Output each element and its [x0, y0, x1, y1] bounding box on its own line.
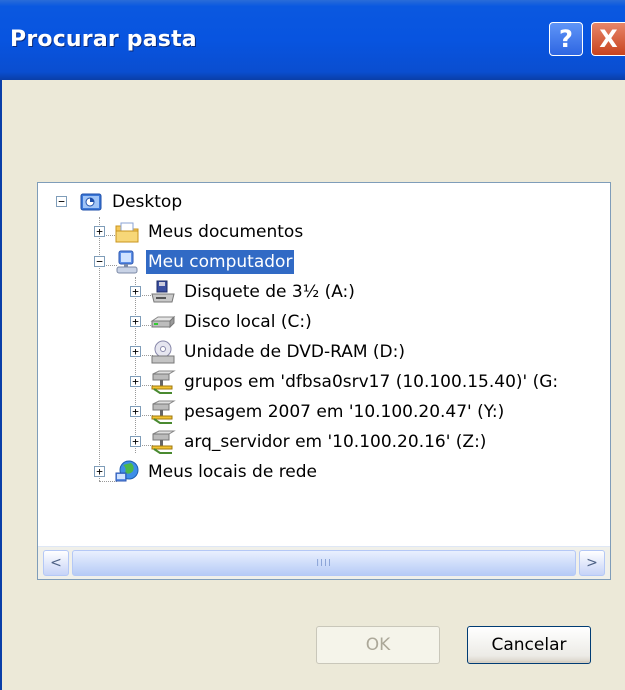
- collapse-toggle[interactable]: −: [94, 256, 105, 267]
- ok-button[interactable]: OK: [316, 626, 440, 664]
- hard-drive-icon: [150, 309, 176, 335]
- tree-item-my-computer[interactable]: Meu computador: [114, 247, 295, 277]
- expand-toggle[interactable]: +: [94, 226, 105, 237]
- my-computer-icon: [114, 249, 140, 275]
- tree-item-dvd[interactable]: Unidade de DVD-RAM (D:): [150, 337, 407, 367]
- my-documents-icon: [114, 219, 140, 245]
- expand-toggle[interactable]: +: [130, 376, 141, 387]
- tree-item-network-drive-g[interactable]: grupos em 'dfbsa0srv17 (10.100.15.40)' (…: [150, 367, 560, 397]
- tree-item-label: Disco local (C:): [184, 312, 312, 332]
- tree-item-local-disk[interactable]: Disco local (C:): [150, 307, 314, 337]
- chevron-right-icon: >: [586, 555, 598, 571]
- tree-item-label: Meus documentos: [148, 222, 304, 242]
- network-drive-icon: [150, 429, 176, 455]
- help-button[interactable]: ?: [549, 22, 583, 56]
- window-title: Procurar pasta: [10, 27, 197, 52]
- network-places-icon: [114, 459, 140, 485]
- tree-item-my-documents[interactable]: Meus documentos: [114, 217, 305, 247]
- chevron-left-icon: <: [50, 555, 62, 571]
- tree-item-network-drive-y[interactable]: pesagem 2007 em '10.100.20.47' (Y:): [150, 397, 506, 427]
- expand-toggle[interactable]: +: [130, 346, 141, 357]
- folder-tree[interactable]: − + − + + + + + + + Desktop Meus documen…: [37, 182, 611, 580]
- tree-item-network-places[interactable]: Meus locais de rede: [114, 457, 319, 487]
- desktop-icon: [78, 189, 104, 215]
- tree-line: [135, 277, 136, 453]
- tree-content: − + − + + + + + + + Desktop Meus documen…: [38, 183, 610, 547]
- floppy-drive-icon: [150, 279, 176, 305]
- scroll-right-button[interactable]: >: [579, 550, 605, 576]
- network-drive-icon: [150, 399, 176, 425]
- tree-item-label: Desktop: [112, 192, 183, 212]
- dvd-drive-icon: [150, 339, 176, 365]
- tree-item-network-drive-z[interactable]: arq_servidor em '10.100.20.16' (Z:): [150, 427, 488, 457]
- tree-item-label: Meu computador: [146, 250, 295, 274]
- expand-toggle[interactable]: +: [130, 316, 141, 327]
- tree-item-desktop[interactable]: Desktop: [78, 187, 184, 217]
- window-frame: [0, 80, 2, 690]
- expand-toggle[interactable]: +: [130, 436, 141, 447]
- tree-item-label: pesagem 2007 em '10.100.20.47' (Y:): [184, 402, 505, 422]
- scrollbar-thumb[interactable]: IIII: [72, 550, 576, 576]
- tree-item-label: grupos em 'dfbsa0srv17 (10.100.15.40)' (…: [184, 372, 559, 392]
- close-button[interactable]: X: [591, 22, 625, 56]
- grip-icon: IIII: [316, 557, 332, 569]
- expand-toggle[interactable]: +: [130, 286, 141, 297]
- scroll-left-button[interactable]: <: [43, 550, 69, 576]
- expand-toggle[interactable]: +: [130, 406, 141, 417]
- tree-item-label: Unidade de DVD-RAM (D:): [184, 342, 406, 362]
- tree-item-label: Meus locais de rede: [148, 462, 318, 482]
- tree-item-label: arq_servidor em '10.100.20.16' (Z:): [184, 432, 487, 452]
- network-drive-icon: [150, 369, 176, 395]
- expand-toggle[interactable]: +: [94, 466, 105, 477]
- collapse-toggle[interactable]: −: [56, 196, 67, 207]
- title-bar[interactable]: Procurar pasta ? X: [0, 0, 625, 80]
- horizontal-scrollbar[interactable]: < IIII >: [38, 546, 610, 579]
- tree-item-label: Disquete de 3½ (A:): [184, 282, 355, 302]
- tree-item-floppy[interactable]: Disquete de 3½ (A:): [150, 277, 357, 307]
- cancel-button[interactable]: Cancelar: [467, 626, 591, 664]
